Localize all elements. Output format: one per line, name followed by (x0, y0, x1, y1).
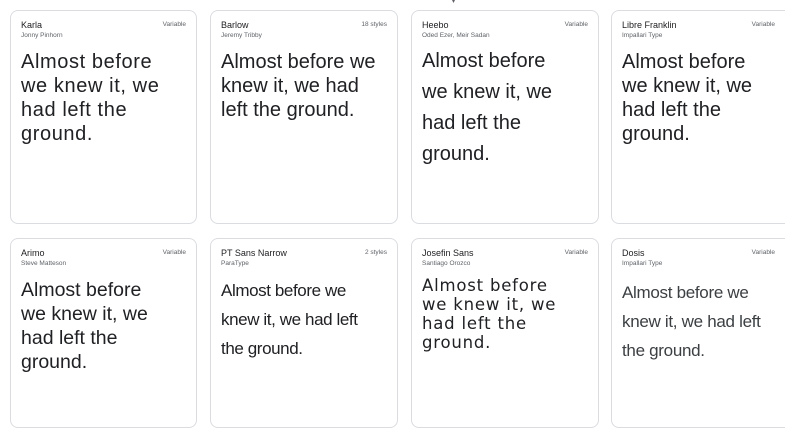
card-header: Karla Jonny Pinhorn Variable (21, 20, 186, 48)
font-card-grid: Karla Jonny Pinhorn Variable Almost befo… (0, 0, 785, 428)
font-designer: Jonny Pinhorn (21, 32, 63, 39)
font-name: PT Sans Narrow (221, 248, 287, 258)
styles-count: 2 styles (364, 249, 387, 256)
font-designer: Impallari Type (622, 32, 663, 39)
font-card-dosis[interactable]: Dosis Impallari Type Variable Almost bef… (611, 238, 785, 428)
font-name: Heebo (422, 20, 449, 30)
font-sample-text: Almost before we knew it, we had left th… (21, 51, 160, 145)
font-sample-text: Almost before we knew it, we had left th… (221, 281, 358, 358)
card-header: Libre Franklin Impallari Type Variable (622, 20, 785, 48)
font-card-arimo[interactable]: Arimo Steve Matteson Variable Almost bef… (10, 238, 197, 428)
styles-count: Variable (162, 21, 186, 28)
font-designer: Steve Matteson (21, 260, 67, 267)
card-header: Dosis Impallari Type Variable (622, 248, 785, 276)
font-card-pt-sans-narrow[interactable]: PT Sans Narrow ParaType 2 styles Almost … (210, 238, 398, 428)
card-header: Arimo Steve Matteson Variable (21, 248, 186, 276)
card-header: Josefin Sans Santiago Orozco Variable (422, 248, 588, 276)
font-name: Arimo (21, 248, 45, 258)
font-designer: Oded Ezer, Meir Sadan (422, 32, 490, 39)
font-sample-text: Almost before we knew it, we had left th… (622, 283, 761, 360)
font-sample-text: Almost before we knew it, we had left th… (221, 51, 376, 121)
font-sample-text: Almost before we knew it, we had left th… (422, 276, 557, 352)
font-designer: Impallari Type (622, 260, 663, 267)
font-card-karla[interactable]: Karla Jonny Pinhorn Variable Almost befo… (10, 10, 197, 224)
font-designer: Santiago Orozco (422, 260, 471, 267)
font-name: Karla (21, 20, 43, 30)
styles-count: Variable (564, 249, 588, 256)
font-card-barlow[interactable]: Barlow Jeremy Tribby 18 styles Almost be… (210, 10, 398, 224)
font-name: Josefin Sans (422, 248, 474, 258)
font-card-libre-franklin[interactable]: Libre Franklin Impallari Type Variable A… (611, 10, 785, 224)
font-card-josefin-sans[interactable]: Josefin Sans Santiago Orozco Variable Al… (411, 238, 599, 428)
card-header: Barlow Jeremy Tribby 18 styles (221, 20, 387, 48)
font-designer: Jeremy Tribby (221, 32, 262, 39)
styles-count: Variable (564, 21, 588, 28)
font-designer: ParaType (221, 260, 249, 267)
font-card-heebo[interactable]: Heebo Oded Ezer, Meir Sadan Variable Alm… (411, 10, 599, 224)
styles-count: Variable (751, 21, 775, 28)
card-header: Heebo Oded Ezer, Meir Sadan Variable (422, 20, 588, 48)
font-sample-text: Almost before we knew it, we had left th… (622, 51, 753, 145)
font-sample-text: Almost before we knew it, we had left th… (21, 279, 148, 373)
card-header: PT Sans Narrow ParaType 2 styles (221, 248, 387, 276)
styles-count: 18 styles (361, 21, 387, 28)
styles-count: Variable (751, 249, 775, 256)
styles-count: Variable (162, 249, 186, 256)
font-sample-text: Almost before we knew it, we had left th… (422, 50, 553, 165)
